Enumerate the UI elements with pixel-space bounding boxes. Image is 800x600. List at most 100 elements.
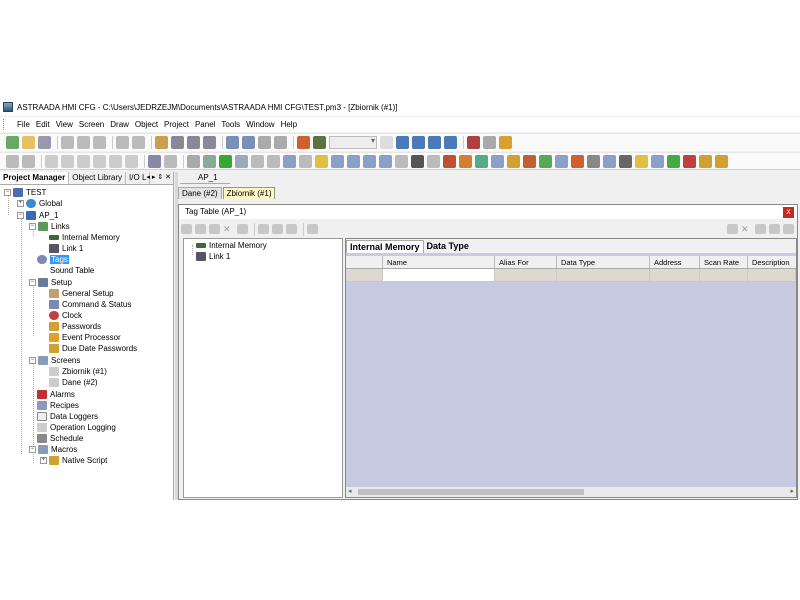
paste-icon[interactable]: [93, 136, 106, 149]
menu-window[interactable]: Window: [243, 120, 277, 129]
print-icon[interactable]: [444, 136, 457, 149]
dropdown-icon[interactable]: [699, 154, 712, 168]
cut-row-icon[interactable]: [755, 224, 766, 234]
scroll-left-icon[interactable]: ◂: [348, 487, 352, 495]
numeric-icon[interactable]: [235, 154, 248, 168]
open-icon[interactable]: [22, 136, 35, 149]
scroll-right-icon[interactable]: ▸: [790, 487, 794, 495]
xy-plot-icon[interactable]: [347, 154, 360, 168]
tree-node-sound-table[interactable]: Sound Table: [37, 265, 94, 276]
data-transfer-icon[interactable]: [603, 154, 616, 168]
data-type-cell[interactable]: [557, 269, 650, 282]
align-bottom-icon[interactable]: [125, 154, 138, 168]
grid-size-select[interactable]: [329, 136, 377, 149]
tab-object-library[interactable]: Object Library: [69, 172, 127, 184]
lamp-icon[interactable]: [187, 154, 200, 168]
panel-icon[interactable]: [467, 136, 480, 149]
message-icon[interactable]: [379, 154, 392, 168]
column-header-scan-rate[interactable]: Scan Rate: [700, 256, 748, 268]
picture-icon[interactable]: [395, 154, 408, 168]
horizontal-scrollbar[interactable]: ◂ ▸: [346, 487, 796, 497]
tools-icon[interactable]: [619, 154, 632, 168]
paste-icon[interactable]: [209, 224, 220, 234]
user-icon[interactable]: [587, 154, 600, 168]
tree-node-test[interactable]: − TEST: [4, 187, 46, 198]
remove-row-icon[interactable]: ✕: [741, 224, 752, 234]
tree-node-links[interactable]: − Links: [29, 221, 70, 232]
link-tree-link1[interactable]: Link 1: [196, 251, 230, 262]
grid-off-icon[interactable]: [297, 136, 310, 149]
tab-zbiornik[interactable]: Zbiornik (#1): [222, 187, 276, 199]
row-header[interactable]: [346, 269, 383, 282]
table-icon[interactable]: [475, 154, 488, 168]
history-icon[interactable]: [491, 154, 504, 168]
collapse-icon[interactable]: −: [29, 279, 36, 286]
tree-node-tags[interactable]: Tags: [37, 254, 69, 265]
media-icon[interactable]: [667, 154, 680, 168]
save-icon[interactable]: [38, 136, 51, 149]
tree-node-passwords[interactable]: Passwords: [49, 321, 101, 332]
upload-icon[interactable]: [187, 136, 200, 149]
simulate-icon[interactable]: [203, 136, 216, 149]
description-cell[interactable]: [748, 269, 796, 282]
tree-node-global[interactable]: + Global: [17, 198, 62, 209]
sound-icon[interactable]: [635, 154, 648, 168]
align-top-icon[interactable]: [93, 154, 106, 168]
video-icon[interactable]: [651, 154, 664, 168]
indicator-icon[interactable]: [219, 154, 232, 168]
print-icon[interactable]: [286, 224, 297, 234]
ascii-icon[interactable]: [267, 154, 280, 168]
pointer-icon[interactable]: [22, 154, 35, 168]
spin-icon[interactable]: [380, 136, 393, 149]
bit-button-icon[interactable]: [148, 154, 161, 168]
tree-node-macros[interactable]: − Macros: [29, 444, 77, 455]
tree-node-screens[interactable]: − Screens: [29, 355, 80, 366]
redo-icon[interactable]: [132, 136, 145, 149]
address-cell[interactable]: [650, 269, 700, 282]
collapse-icon[interactable]: −: [17, 212, 24, 219]
trend-icon[interactable]: [331, 154, 344, 168]
list-icon[interactable]: [715, 154, 728, 168]
keypad-icon[interactable]: [539, 154, 552, 168]
undo-icon[interactable]: [116, 136, 129, 149]
copy-icon[interactable]: [77, 136, 90, 149]
find-icon[interactable]: [307, 224, 318, 234]
switch-icon[interactable]: [203, 154, 216, 168]
menu-project[interactable]: Project: [161, 120, 192, 129]
options-icon[interactable]: [483, 136, 496, 149]
tree-node-link1[interactable]: Link 1: [49, 243, 83, 254]
menu-draw[interactable]: Draw: [107, 120, 132, 129]
delete-icon[interactable]: ✕: [223, 224, 234, 234]
alias-cell[interactable]: [495, 269, 557, 282]
animation-icon[interactable]: [411, 154, 424, 168]
scan-rate-cell[interactable]: [700, 269, 748, 282]
zoom-icon[interactable]: [258, 136, 271, 149]
tab-ap1[interactable]: AP_1: [180, 172, 230, 184]
import-icon[interactable]: [258, 224, 269, 234]
tab-dane[interactable]: Dane (#2): [178, 187, 222, 199]
menu-tools[interactable]: Tools: [218, 120, 243, 129]
collapse-icon[interactable]: −: [29, 357, 36, 364]
menu-file[interactable]: File: [14, 120, 33, 129]
tree-node-clock[interactable]: Clock: [49, 310, 82, 321]
new-tag-icon[interactable]: [181, 224, 192, 234]
meter-icon[interactable]: [299, 154, 312, 168]
expand-icon[interactable]: +: [40, 457, 47, 464]
tree-node-schedule[interactable]: Schedule: [37, 433, 83, 444]
tree-node-operation-logging[interactable]: Operation Logging: [37, 422, 116, 433]
panel-controls[interactable]: ◂ ▸ ⇕ ✕: [146, 172, 171, 184]
tree-node-command-status[interactable]: Command & Status: [49, 299, 131, 310]
tree-node-ap1[interactable]: − AP_1: [17, 210, 59, 221]
zoom-fit-icon[interactable]: [274, 136, 287, 149]
column-header-description[interactable]: Description: [748, 256, 796, 268]
tree-node-alarms[interactable]: Alarms: [37, 389, 75, 400]
help-icon[interactable]: [499, 136, 512, 149]
scroll-thumb[interactable]: [358, 489, 584, 495]
new-icon[interactable]: [6, 136, 19, 149]
tree-node-internal-memory[interactable]: Internal Memory: [49, 232, 120, 243]
sort-icon[interactable]: [769, 224, 780, 234]
tab-project-manager[interactable]: Project Manager: [0, 172, 70, 184]
tab-data-type[interactable]: Data Type: [424, 240, 472, 253]
import-icon[interactable]: [412, 136, 425, 149]
menu-help[interactable]: Help: [278, 120, 300, 129]
